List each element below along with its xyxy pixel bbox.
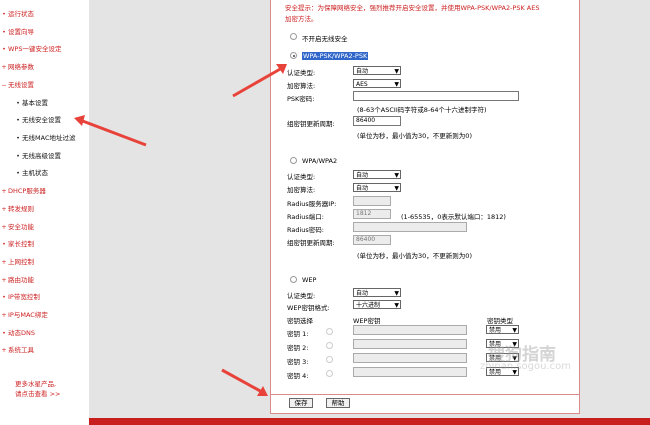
- arrow-to-wpa-psk-icon: [232, 64, 287, 98]
- arrow-to-sidebar-item-icon: [74, 115, 147, 147]
- annotation-arrows: [74, 64, 287, 396]
- arrow-to-save-button-icon: [221, 368, 268, 396]
